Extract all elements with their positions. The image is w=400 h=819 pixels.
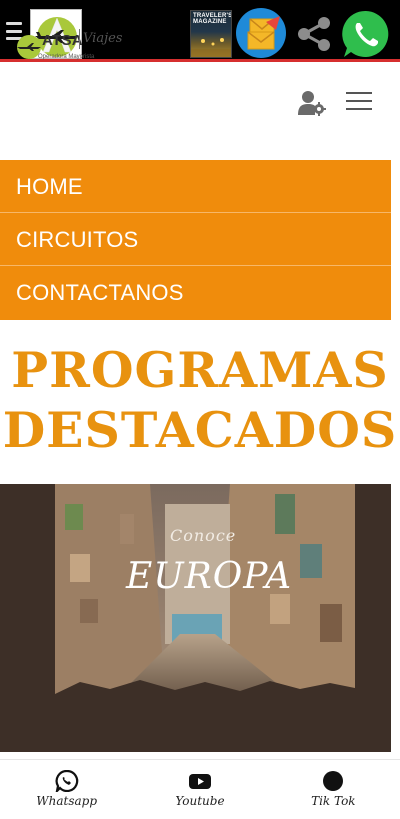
- share-icon[interactable]: [294, 14, 334, 54]
- bottom-nav-label: Whatsapp: [36, 794, 98, 808]
- hamburger-icon[interactable]: [346, 92, 372, 110]
- section-title-line1: PROGRAMAS: [11, 341, 389, 399]
- envelope-icon[interactable]: [236, 8, 286, 58]
- bottom-nav-whatsapp[interactable]: Whatsapp: [0, 760, 133, 819]
- bottom-nav-label: Youtube: [175, 794, 225, 808]
- whatsapp-icon: [54, 769, 79, 795]
- site-header: [0, 62, 400, 160]
- main-nav: HOME CIRCUITOS CONTACTANOS: [0, 160, 391, 320]
- magazine-thumbnail[interactable]: TRAVELER'S MAGAZINE: [190, 10, 232, 58]
- section-title-line2: DESTACADOS: [2, 401, 398, 459]
- banner-title: EUROPA: [126, 556, 293, 597]
- brand-tagline: Viajes: [79, 29, 122, 49]
- user-settings-icon[interactable]: [298, 90, 326, 116]
- nav-item-home[interactable]: HOME: [0, 160, 391, 213]
- brand-subtitle: Operadora Mayorista: [38, 54, 95, 60]
- bottom-nav-tiktok[interactable]: Tik Tok: [267, 760, 400, 819]
- bottom-nav-label: Tik Tok: [311, 794, 356, 808]
- youtube-icon: [188, 770, 212, 792]
- banner-kicker: Conoce: [170, 526, 237, 545]
- whatsapp-icon[interactable]: [340, 8, 392, 60]
- europe-banner[interactable]: Conoce EUROPA: [0, 484, 391, 752]
- bottom-nav-youtube[interactable]: Youtube: [133, 760, 266, 819]
- section-title: PROGRAMAS DESTACADOS: [0, 340, 400, 460]
- nav-item-circuitos[interactable]: CIRCUITOS: [0, 213, 391, 266]
- brand-name: ATSA: [42, 32, 83, 49]
- tiktok-icon: [321, 770, 345, 792]
- page: TRAVELER'S MAGAZINE ATSA Viajes Operador…: [0, 0, 400, 819]
- bottom-nav: Whatsapp Youtube Tik Tok: [0, 759, 400, 819]
- nav-item-contactanos[interactable]: CONTACTANOS: [0, 266, 391, 320]
